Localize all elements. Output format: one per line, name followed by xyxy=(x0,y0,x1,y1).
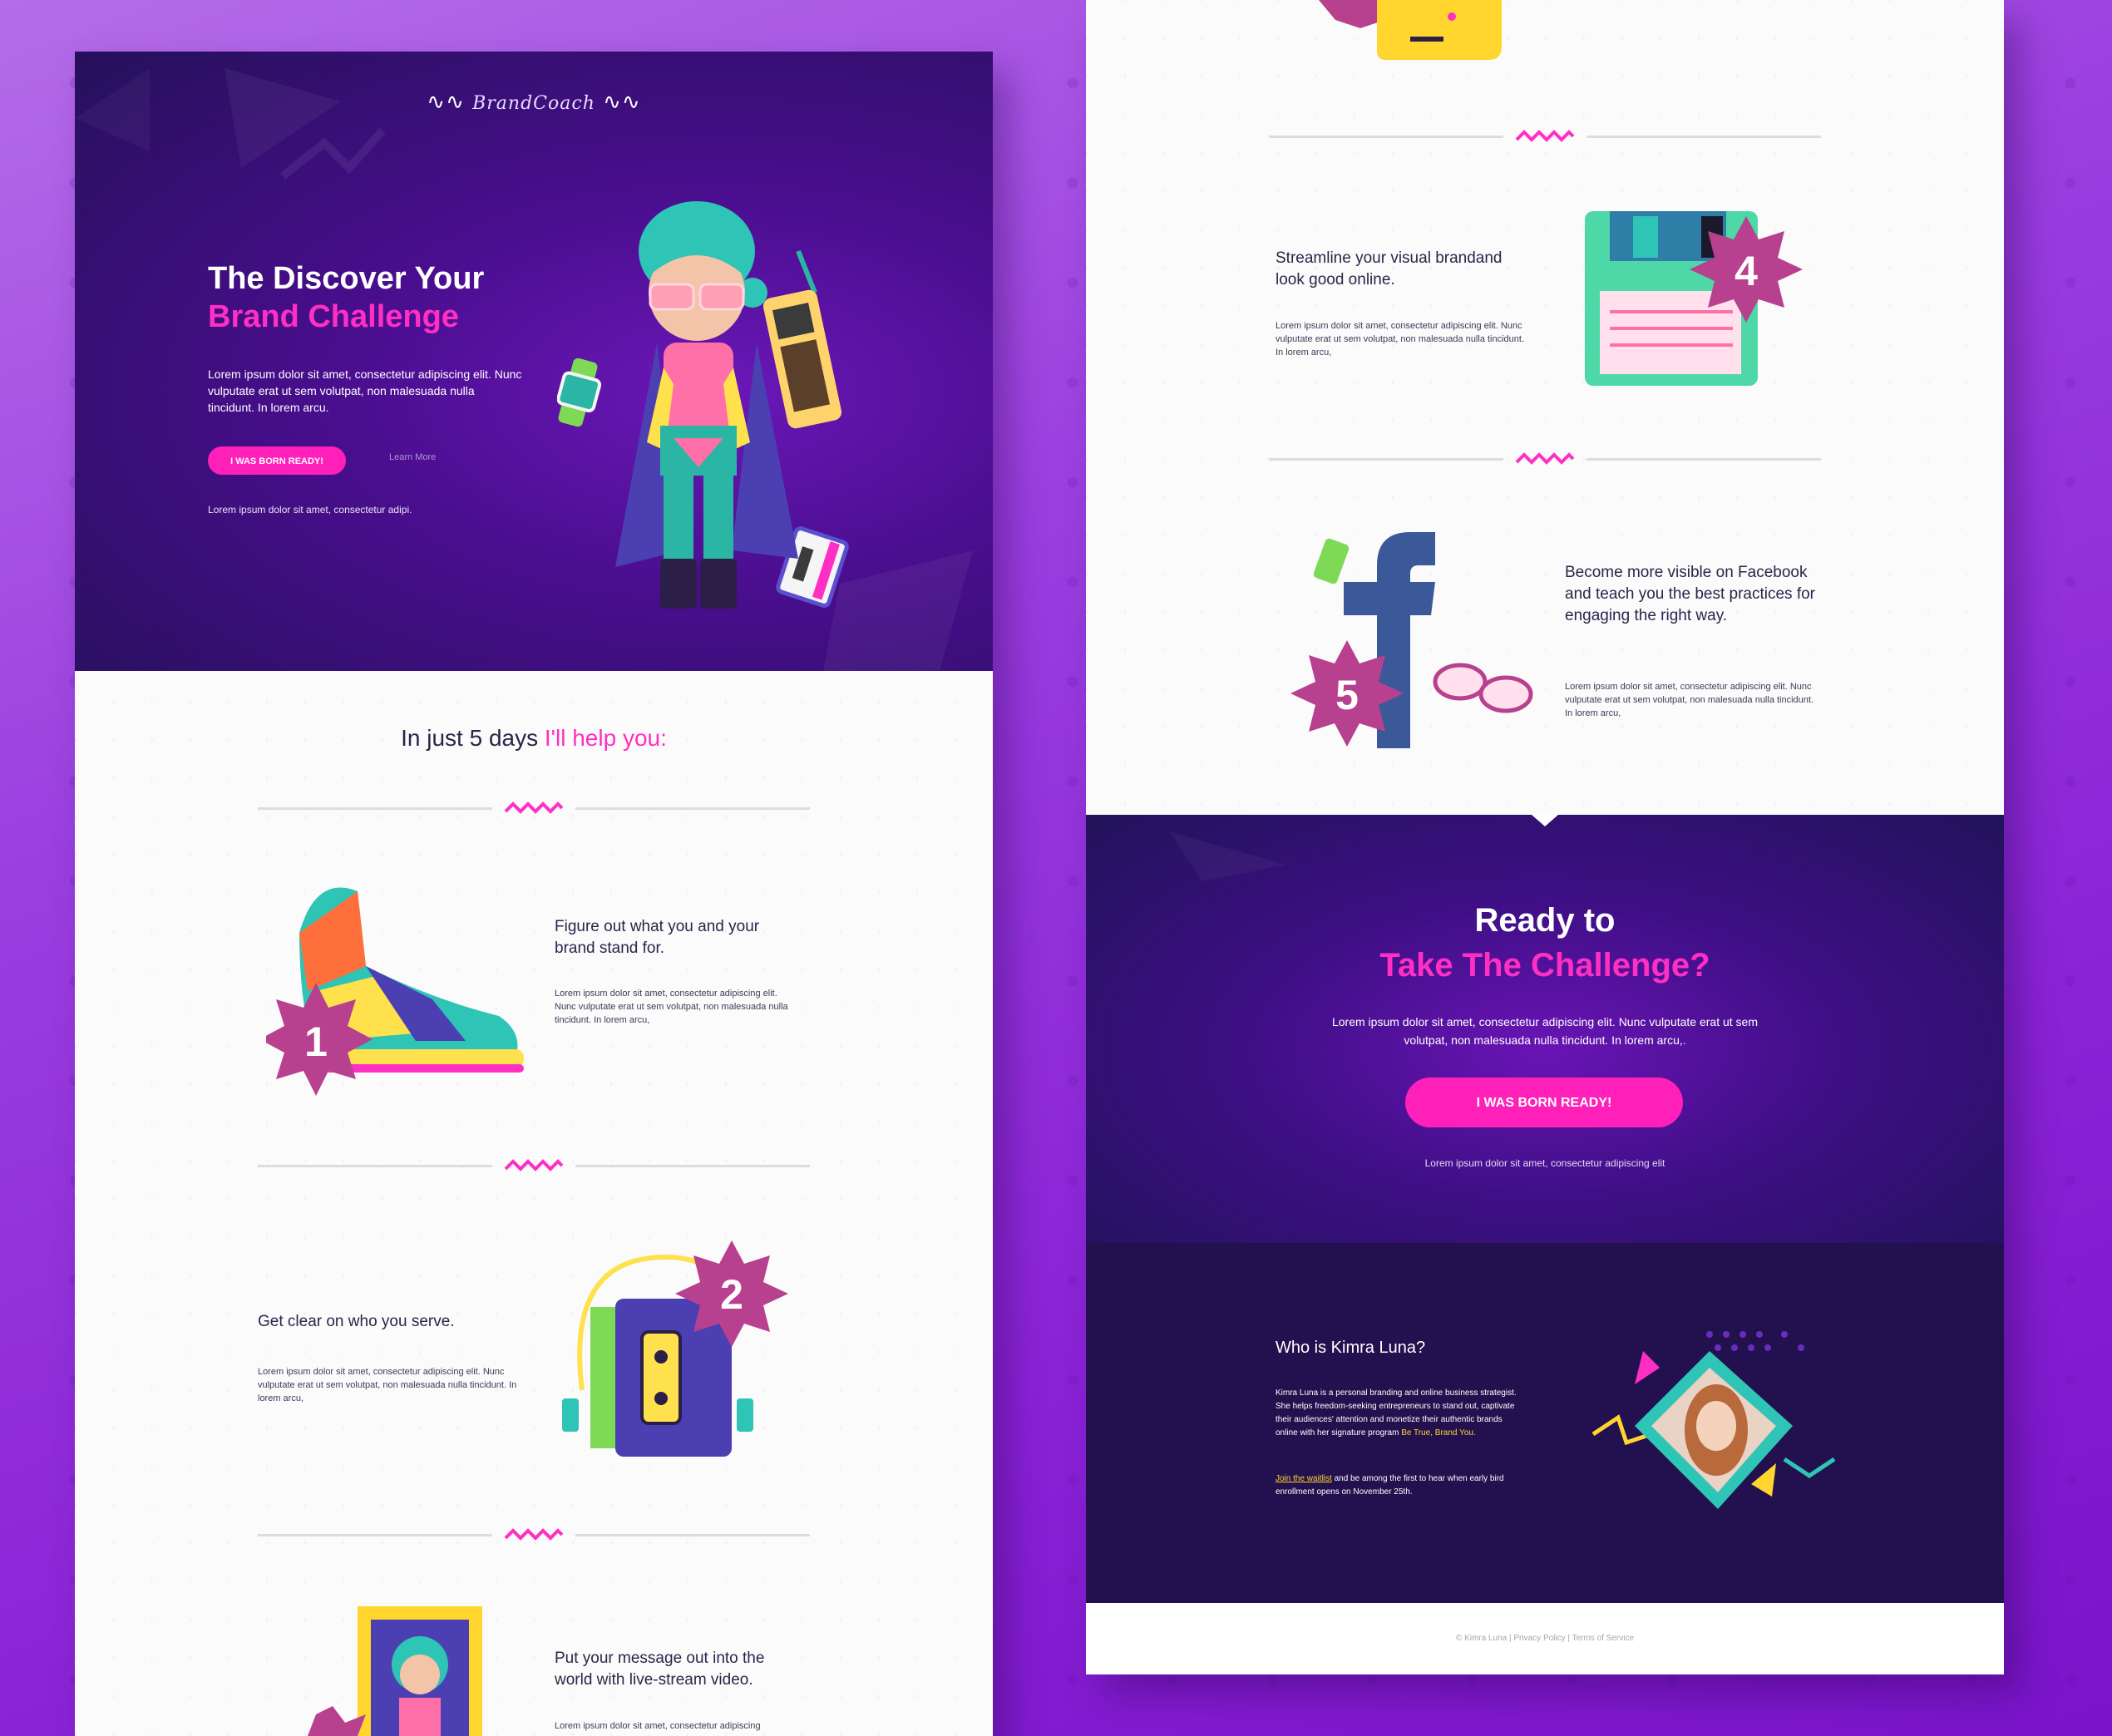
shutter-shades-icon xyxy=(1433,663,1533,713)
cta-small-text: Lorem ipsum dolor sit amet, consectetur … xyxy=(1424,1157,1665,1169)
brand-name: BrandCoach xyxy=(472,93,595,114)
waitlist-text: Join the waitlist and be among the first… xyxy=(1276,1472,1525,1499)
sneaker-illustration: 1 xyxy=(266,887,524,1096)
cta-button[interactable]: I WAS BORN READY! xyxy=(1405,1078,1683,1127)
feature-2-heading: Get clear on who you serve. xyxy=(258,1313,455,1330)
walkman-illustration: 2 xyxy=(562,1240,788,1457)
feature-1-heading: Figure out what you and your brand stand… xyxy=(555,918,760,957)
feature-5-heading: Become more visible on Facebook and teac… xyxy=(1565,564,1816,624)
feature-3-heading: Put your message out into the world with… xyxy=(555,1650,765,1689)
hero-section: ∿∿ BrandCoach ∿∿ The Discover Your Brand… xyxy=(75,52,993,671)
hero-title: The Discover Your Brand Challenge xyxy=(208,259,484,336)
zigzag-divider xyxy=(1269,128,1821,145)
about-copy-text: Kimra Luna is a personal branding and on… xyxy=(1276,1388,1517,1438)
learn-more-link[interactable]: Learn More xyxy=(389,452,436,462)
watch-icon xyxy=(557,358,602,427)
hero-copy: Lorem ipsum dolor sit amet, consectetur … xyxy=(208,367,522,414)
video-screen-illustration xyxy=(308,1606,482,1736)
number-1: 1 xyxy=(304,1018,328,1065)
feature-4-copy: Lorem ipsum dolor sit amet, consectetur … xyxy=(1276,321,1525,358)
zigzag-divider xyxy=(258,1526,810,1543)
feature-3-copy: Lorem ipsum dolor sit amet, consectetur … xyxy=(555,1721,761,1731)
cell-phone-icon xyxy=(762,249,842,429)
about-title: Who is Kimra Luna? xyxy=(1276,1339,1426,1357)
hero-small-text: Lorem ipsum dolor sit amet, consectetur … xyxy=(208,504,412,515)
hero-title-line2: Brand Challenge xyxy=(208,299,459,334)
number-4: 4 xyxy=(1735,248,1758,294)
feature-2-copy: Lorem ipsum dolor sit amet, consectetur … xyxy=(258,1367,517,1403)
zigzag-icon xyxy=(1515,452,1575,465)
kimra-photo-frame xyxy=(1591,1331,1836,1509)
watch-icon xyxy=(1313,538,1350,584)
intro-title-part1: In just 5 days xyxy=(401,725,539,751)
about-section: Who is Kimra Luna? Kimra Luna is a perso… xyxy=(1086,1243,2004,1603)
landing-page-top: ∿∿ BrandCoach ∿∿ The Discover Your Brand… xyxy=(75,52,993,1736)
zigzag-icon xyxy=(1515,130,1575,142)
zigzag-icon xyxy=(504,1528,564,1541)
hero-cta-button[interactable]: I WAS BORN READY! xyxy=(208,446,346,475)
cta-title-line1: Ready to xyxy=(1474,902,1616,939)
number-2: 2 xyxy=(720,1271,743,1318)
number-5: 5 xyxy=(1335,672,1359,718)
waitlist-link[interactable]: Join the waitlist xyxy=(1276,1474,1332,1483)
zigzag-divider xyxy=(1269,451,1821,467)
about-copy: Kimra Luna is a personal branding and on… xyxy=(1276,1387,1525,1440)
facebook-illustration: 5 xyxy=(1290,532,1533,748)
feature-5-copy: Lorem ipsum dolor sit amet, consectetur … xyxy=(1565,682,1814,718)
cta-copy: Lorem ipsum dolor sit amet, consectetur … xyxy=(1331,1015,1759,1047)
intro-title: In just 5 days I'll help you: xyxy=(75,725,993,752)
intro-title-part2: I'll help you: xyxy=(544,725,667,751)
emoji-illustration xyxy=(1319,0,1502,60)
zigzag-divider xyxy=(258,1157,810,1174)
feature-4-heading: Streamline your visual brandand look goo… xyxy=(1276,249,1503,289)
cta-title: Ready to Take The Challenge? xyxy=(1086,898,2004,988)
brand-logo[interactable]: ∿∿ BrandCoach ∿∿ xyxy=(75,90,993,115)
zigzag-icon xyxy=(504,801,564,814)
cta-section: Ready to Take The Challenge? Lorem ipsum… xyxy=(1086,815,2004,1243)
zigzag-divider xyxy=(258,800,810,816)
floppy-disk-illustration: 4 xyxy=(1585,211,1803,386)
number-3-badge xyxy=(308,1706,366,1736)
zigzag-icon xyxy=(504,1159,564,1171)
superhero-girl-illustration xyxy=(557,201,849,609)
landing-page-bottom: Streamline your visual brandand look goo… xyxy=(1086,0,2004,1674)
footer: © Kimra Luna | Privacy Policy | Terms of… xyxy=(1086,1603,2004,1674)
program-name: Be True, Brand You. xyxy=(1401,1428,1476,1438)
feature-1-copy: Lorem ipsum dolor sit amet, consectetur … xyxy=(555,989,788,1025)
hero-title-line1: The Discover Your xyxy=(208,261,485,296)
cta-title-line2: Take The Challenge? xyxy=(1379,947,1710,984)
